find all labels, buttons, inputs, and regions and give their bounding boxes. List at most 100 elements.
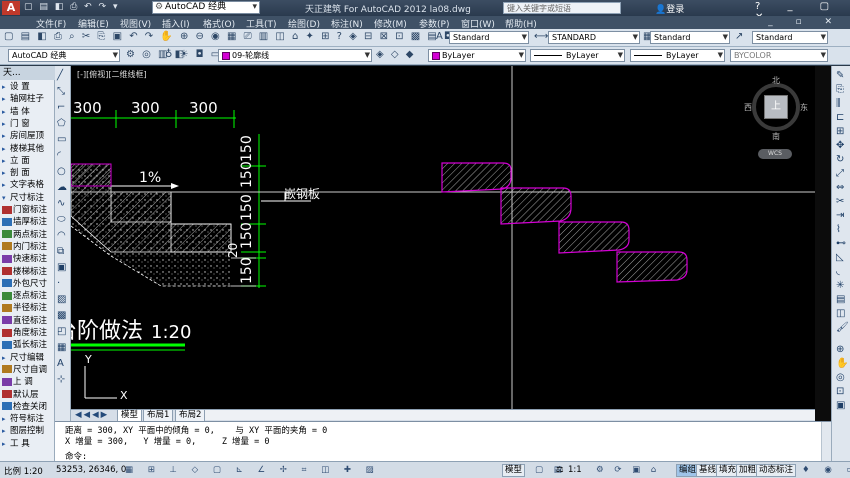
layer-combo[interactable]: 09-轮廓线 ▼ bbox=[218, 49, 372, 62]
break-icon[interactable]: ⌇ bbox=[836, 224, 841, 235]
drawing-canvas[interactable]: [-][俯视][二维线框] 300 300 300 150 150 150 15… bbox=[71, 66, 815, 409]
palette-item[interactable]: ▸ 符号标注 bbox=[2, 413, 54, 425]
palette-item[interactable]: ▸ 轴网柱子 bbox=[2, 93, 54, 105]
tray-icons[interactable]: ♦ ◉ ▭ bbox=[802, 465, 850, 475]
zoom-icon[interactable]: ⊕ bbox=[836, 344, 844, 355]
palette-item[interactable]: 上 调 bbox=[2, 376, 54, 388]
stair-treads-right[interactable] bbox=[441, 162, 688, 283]
palette-item[interactable]: ▸ 楼梯其他 bbox=[2, 143, 54, 155]
palette-item[interactable]: ▸ 图层控制 bbox=[2, 425, 54, 437]
palette-item[interactable]: 外包尺寸 bbox=[2, 278, 54, 290]
palette-item[interactable]: ▾ 尺寸标注 bbox=[2, 192, 54, 204]
login-button[interactable]: 👤登录 bbox=[655, 2, 684, 15]
text-style-combo[interactable]: Standard ▼ bbox=[449, 31, 529, 44]
status-model[interactable]: 模型 bbox=[502, 464, 526, 477]
gradient-icon[interactable]: ▩ bbox=[57, 310, 66, 321]
horizontal-scrollbar[interactable] bbox=[205, 410, 815, 420]
ellipse-arc-icon[interactable]: ◠ bbox=[57, 230, 66, 241]
palette-item[interactable]: ▸ 工 具 bbox=[2, 438, 54, 450]
palette-item[interactable]: ▸ 墙 体 bbox=[2, 106, 54, 118]
extend-icon[interactable]: ⇥ bbox=[836, 210, 844, 221]
arc-icon[interactable]: ◜ bbox=[57, 150, 61, 161]
pan-icon[interactable]: ✋ bbox=[836, 358, 848, 369]
palette-item[interactable]: 快速标注 bbox=[2, 253, 54, 265]
erase-icon[interactable]: ✎ bbox=[836, 70, 844, 81]
scale-icon[interactable]: ⤢ bbox=[836, 168, 844, 179]
palette-item[interactable]: ▸ 文字表格 bbox=[2, 179, 54, 191]
tab-nav-buttons[interactable]: ◀◀◀▶ bbox=[75, 410, 109, 421]
palette-item[interactable]: 门窗标注 bbox=[2, 204, 54, 216]
drawing-svg[interactable]: [-][俯视][二维线框] 300 300 300 150 150 150 15… bbox=[71, 66, 815, 409]
wcs-menu[interactable]: WCS bbox=[758, 149, 792, 159]
drafting-toggle-icons[interactable]: ▦ ⊞ ⊥ ◇ ▢ ⊾ ∠ ✢ ⌗ ◫ ✚ ▨ bbox=[125, 465, 380, 475]
palette-item[interactable]: ▸ 房间屋顶 bbox=[2, 130, 54, 142]
compass-east[interactable]: 东 bbox=[800, 102, 808, 113]
layer-state-icons[interactable]: ♁ ☀ ◘ ▭ bbox=[165, 49, 222, 60]
palette-item[interactable]: 两点标注 bbox=[2, 229, 54, 241]
trim-icon[interactable]: ✂ bbox=[836, 196, 844, 207]
match-icon[interactable]: 🖌 bbox=[836, 322, 849, 333]
annotation-scale[interactable]: 1:1 bbox=[568, 465, 582, 475]
rotate-icon[interactable]: ↻ bbox=[836, 154, 844, 165]
polygon-icon[interactable]: ⬠ bbox=[57, 118, 66, 129]
chamfer-icon[interactable]: ◺ bbox=[836, 252, 844, 263]
palette-item[interactable]: 弧长标注 bbox=[2, 339, 54, 351]
document-window-controls[interactable]: _ ▫ ✕ bbox=[768, 17, 842, 27]
palette-item[interactable]: 默认层 bbox=[2, 389, 54, 401]
move-icon[interactable]: ✥ bbox=[836, 140, 844, 151]
color-combo[interactable]: ByLayer ▼ bbox=[428, 49, 526, 62]
insert-block-icon[interactable]: ⧉ bbox=[57, 246, 64, 257]
hatch-icon[interactable]: ▨ bbox=[57, 294, 66, 305]
point-icon[interactable]: · bbox=[57, 278, 60, 289]
window-zoom-icon[interactable]: ▣ bbox=[836, 400, 845, 411]
ellipse-icon[interactable]: ⬭ bbox=[57, 214, 66, 225]
palette-item[interactable]: 楼梯标注 bbox=[2, 266, 54, 278]
copy-icon[interactable]: ⎘ bbox=[836, 84, 844, 95]
palette-item[interactable]: 尺寸自调 bbox=[2, 364, 54, 376]
palette-item[interactable]: 角度标注 bbox=[2, 327, 54, 339]
orbit-icon[interactable]: ◎ bbox=[836, 372, 845, 383]
compass-west[interactable]: 西 bbox=[744, 102, 752, 113]
construction-line-icon[interactable]: ⤡ bbox=[57, 86, 65, 97]
palette-item[interactable]: 检查关闭 bbox=[2, 401, 54, 413]
viewcube[interactable]: 上 北 南 西 东 WCS bbox=[742, 75, 812, 159]
mleader-style-combo[interactable]: Standard ▼ bbox=[752, 31, 828, 44]
polyline-icon[interactable]: ⌐ bbox=[57, 102, 65, 113]
plotstyle-combo[interactable]: BYCOLOR ▼ bbox=[730, 49, 828, 62]
revcloud-icon[interactable]: ☁ bbox=[57, 182, 67, 193]
status-scale[interactable]: 比例 1:20 bbox=[4, 465, 43, 477]
mirror-icon[interactable]: ⫼ bbox=[836, 98, 841, 109]
fillet-icon[interactable]: ◟ bbox=[836, 266, 840, 277]
spline-icon[interactable]: ∿ bbox=[57, 198, 65, 209]
palette-item[interactable]: ▸ 门 窗 bbox=[2, 118, 54, 130]
palette-item[interactable]: ▸ 剖 面 bbox=[2, 167, 54, 179]
search-input[interactable]: 键入关键字或短语 bbox=[503, 2, 621, 14]
viewcube-face[interactable]: 上 bbox=[764, 95, 788, 119]
palette-item[interactable]: 逐点标注 bbox=[2, 290, 54, 302]
circle-icon[interactable]: ○ bbox=[57, 166, 66, 177]
viewport-label[interactable]: [-][俯视][二维线框] bbox=[77, 69, 147, 79]
workspace-select[interactable]: AutoCAD 经典 ▼ bbox=[8, 49, 120, 62]
table-icon[interactable]: ▦ bbox=[57, 342, 66, 353]
status-coordinates[interactable]: 53253, 26346, 0 bbox=[56, 465, 126, 475]
linetype-combo[interactable]: ByLayer ▼ bbox=[530, 49, 625, 62]
status-dyndim-button[interactable]: 动态标注 bbox=[756, 464, 797, 477]
explode-icon[interactable]: ✳ bbox=[836, 280, 844, 291]
line-icon[interactable]: ╱ bbox=[57, 70, 63, 81]
quick-access-toolbar[interactable]: ▢ ▤ ◧ ⎙ ↶ ↷ ▾ bbox=[24, 2, 119, 12]
palette-item[interactable]: 墙厚标注 bbox=[2, 216, 54, 228]
annotation-tools-icons[interactable]: ⚙ ⟳ ▣ ⌂ bbox=[596, 465, 660, 475]
offset-icon[interactable]: ⊏ bbox=[836, 112, 844, 123]
palette-item[interactable]: 内门标注 bbox=[2, 241, 54, 253]
table-style-combo[interactable]: Standard ▼ bbox=[650, 31, 730, 44]
rectangle-icon[interactable]: ▭ bbox=[57, 134, 66, 145]
layer-props-icon[interactable]: ◫ bbox=[836, 308, 845, 319]
palette-item[interactable]: ▸ 设 置 bbox=[2, 81, 54, 93]
palette-item[interactable]: ▸ 立 面 bbox=[2, 155, 54, 167]
palette-title[interactable]: 天... bbox=[0, 66, 55, 80]
stretch-icon[interactable]: ⇔ bbox=[836, 182, 844, 193]
app-logo-icon[interactable]: A bbox=[2, 1, 20, 15]
command-scrollbar[interactable] bbox=[821, 422, 831, 462]
compass-south[interactable]: 南 bbox=[772, 131, 780, 142]
make-block-icon[interactable]: ▣ bbox=[57, 262, 66, 273]
